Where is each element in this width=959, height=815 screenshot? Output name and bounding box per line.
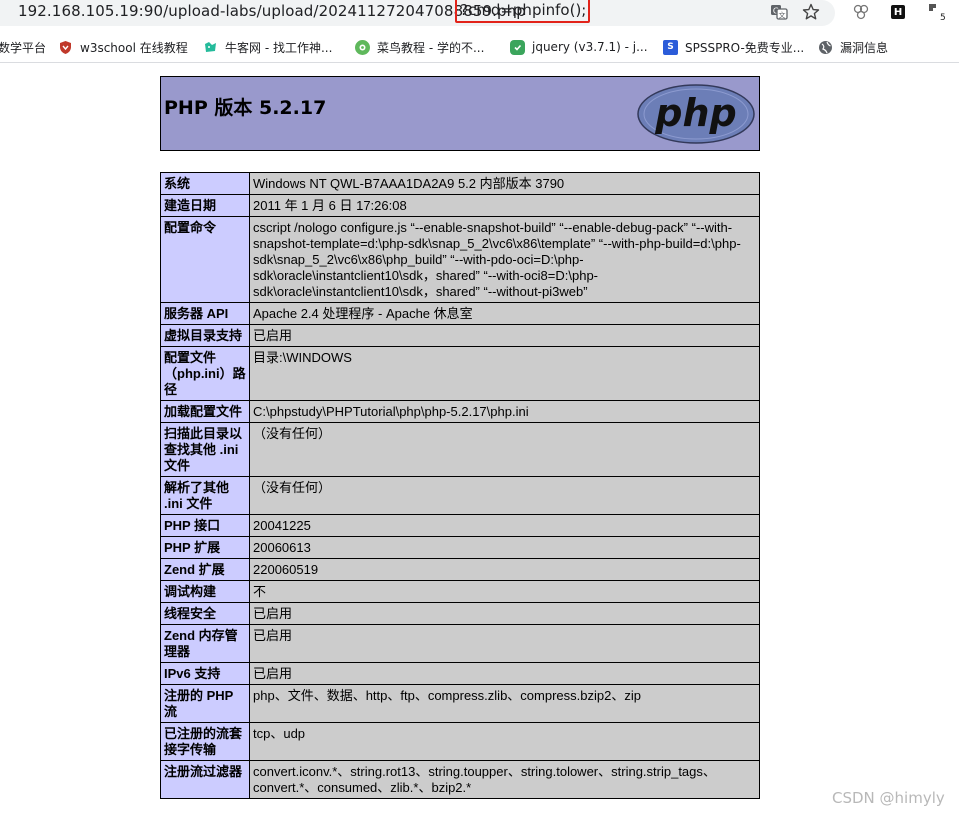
extension-count: 5: [940, 13, 946, 23]
browser-toolbar: 192.168.105.19:90/upload-labs/upload/202…: [0, 0, 959, 30]
extension-icon[interactable]: [850, 1, 872, 23]
row-key: Zend 扩展: [160, 558, 250, 581]
row-key: 解析了其他 .ini 文件: [160, 476, 250, 515]
row-value: tcp、udp: [249, 722, 760, 761]
table-row: PHP 接口 20041225: [160, 514, 760, 537]
row-value: （没有任何）: [249, 476, 760, 515]
row-value: Apache 2.4 处理程序 - Apache 休息室: [249, 302, 760, 325]
bookmark-item[interactable]: 数学平台: [0, 38, 46, 56]
s-icon: S: [663, 39, 678, 55]
svg-text:文: 文: [779, 11, 786, 20]
niuke-icon: [203, 40, 218, 55]
table-row: 线程安全 已启用: [160, 602, 760, 625]
table-row: IPv6 支持 已启用: [160, 662, 760, 685]
row-key: 线程安全: [160, 602, 250, 625]
row-key: 注册的 PHP 流: [160, 684, 250, 723]
jquery-icon: [510, 39, 525, 55]
table-row: 服务器 API Apache 2.4 处理程序 - Apache 休息室: [160, 302, 760, 325]
bookmarks-bar: 数学平台 w3school 在线教程 牛客网 - 找工作神... 菜鸟教程 - …: [0, 32, 959, 63]
url-query-highlight[interactable]: ?cmd=phpinfo();: [455, 0, 590, 23]
row-value: Windows NT QWL-B7AAA1DA2A9 5.2 内部版本 3790: [249, 172, 760, 195]
bookmark-label: 牛客网 - 找工作神...: [225, 40, 333, 55]
bookmark-label: 漏洞信息: [840, 40, 889, 55]
bookmark-label: w3school 在线教程: [80, 40, 188, 55]
table-row: 注册的 PHP 流 php、文件、数据、http、ftp、compress.zli…: [160, 684, 760, 723]
page-title: PHP 版本 5.2.17: [164, 97, 327, 119]
php-logo-text: php: [654, 91, 736, 135]
bookmark-item[interactable]: w3school 在线教程: [58, 38, 188, 56]
url-text[interactable]: 192.168.105.19:90/upload-labs/upload/202…: [18, 2, 526, 20]
row-value: 已启用: [249, 324, 760, 347]
globe-icon: [818, 40, 833, 55]
runoob-icon: [355, 39, 370, 55]
php-logo-icon: php: [637, 84, 755, 144]
table-row: 配置命令 cscript /nologo configure.js “--enab…: [160, 216, 760, 303]
row-value: C:\phpstudy\PHPTutorial\php\php-5.2.17\p…: [249, 400, 760, 423]
row-key: 注册流过滤器: [160, 760, 250, 799]
row-key: 配置命令: [160, 216, 250, 303]
row-value: 20041225: [249, 514, 760, 537]
bookmark-label: jquery (v3.7.1) - j...: [532, 40, 648, 54]
table-row: PHP 扩展 20060613: [160, 536, 760, 559]
table-row: 注册流过滤器 convert.iconv.*、string.rot13、strin…: [160, 760, 760, 799]
bookmark-label: SPSSPRO-免费专业...: [685, 40, 805, 55]
bookmark-item[interactable]: S SPSSPRO-免费专业...: [663, 38, 804, 56]
row-value: 不: [249, 580, 760, 603]
row-key: PHP 接口: [160, 514, 250, 537]
table-row: 系统 Windows NT QWL-B7AAA1DA2A9 5.2 内部版本 37…: [160, 172, 760, 195]
row-key: 已注册的流套接字传输: [160, 722, 250, 761]
row-key: 调试构建: [160, 580, 250, 603]
row-value: 目录:\WINDOWS: [249, 346, 760, 401]
bookmark-item[interactable]: jquery (v3.7.1) - j...: [510, 38, 648, 56]
phpinfo-header: PHP 版本 5.2.17 php: [160, 76, 760, 151]
table-row: Zend 内存管理器 已启用: [160, 624, 760, 663]
table-row: 配置文件（php.ini）路径 目录:\WINDOWS: [160, 346, 760, 401]
row-value: 20060613: [249, 536, 760, 559]
row-value: 2011 年 1 月 6 日 17:26:08: [249, 194, 760, 217]
row-key: 配置文件（php.ini）路径: [160, 346, 250, 401]
row-value: 已启用: [249, 602, 760, 625]
row-key: 服务器 API: [160, 302, 250, 325]
row-key: IPv6 支持: [160, 662, 250, 685]
row-value: php、文件、数据、http、ftp、compress.zlib、compres…: [249, 684, 760, 723]
row-key: 虚拟目录支持: [160, 324, 250, 347]
table-row: 虚拟目录支持 已启用: [160, 324, 760, 347]
bookmark-item[interactable]: 漏洞信息: [818, 38, 888, 56]
table-row: 解析了其他 .ini 文件 （没有任何）: [160, 476, 760, 515]
row-key: 扫描此目录以查找其他 .ini 文件: [160, 422, 250, 477]
csdn-watermark: CSDN @himyly: [832, 789, 945, 807]
table-row: 建造日期 2011 年 1 月 6 日 17:26:08: [160, 194, 760, 217]
row-value: 220060519: [249, 558, 760, 581]
address-bar[interactable]: 192.168.105.19:90/upload-labs/upload/202…: [0, 0, 835, 26]
table-row: 扫描此目录以查找其他 .ini 文件 （没有任何）: [160, 422, 760, 477]
shield-icon: [58, 40, 73, 55]
row-key: PHP 扩展: [160, 536, 250, 559]
row-value: 已启用: [249, 662, 760, 685]
table-row: 加载配置文件 C:\phpstudy\PHPTutorial\php\php-5.…: [160, 400, 760, 423]
row-value: 已启用: [249, 624, 760, 663]
bookmark-star-icon[interactable]: [800, 1, 822, 23]
bookmark-label: 数学平台: [0, 40, 47, 55]
row-key: 建造日期: [160, 194, 250, 217]
bookmark-item[interactable]: 菜鸟教程 - 学的不...: [355, 38, 484, 56]
table-row: 调试构建不: [160, 580, 760, 603]
bookmark-label: 菜鸟教程 - 学的不...: [377, 40, 485, 55]
row-value: cscript /nologo configure.js “--enable-s…: [249, 216, 760, 303]
phpinfo-table: 系统 Windows NT QWL-B7AAA1DA2A9 5.2 内部版本 37…: [160, 172, 760, 799]
translate-icon[interactable]: G文: [768, 1, 790, 23]
extensions-counter-icon[interactable]: 5: [925, 1, 947, 23]
h-extension-icon[interactable]: H: [887, 1, 909, 23]
row-key: 加载配置文件: [160, 400, 250, 423]
row-key: Zend 内存管理器: [160, 624, 250, 663]
table-row: 已注册的流套接字传输 tcp、udp: [160, 722, 760, 761]
row-value: （没有任何）: [249, 422, 760, 477]
table-row: Zend 扩展 220060519: [160, 558, 760, 581]
row-key: 系统: [160, 172, 250, 195]
row-value: convert.iconv.*、string.rot13、string.toup…: [249, 760, 760, 799]
bookmark-item[interactable]: 牛客网 - 找工作神...: [203, 38, 332, 56]
